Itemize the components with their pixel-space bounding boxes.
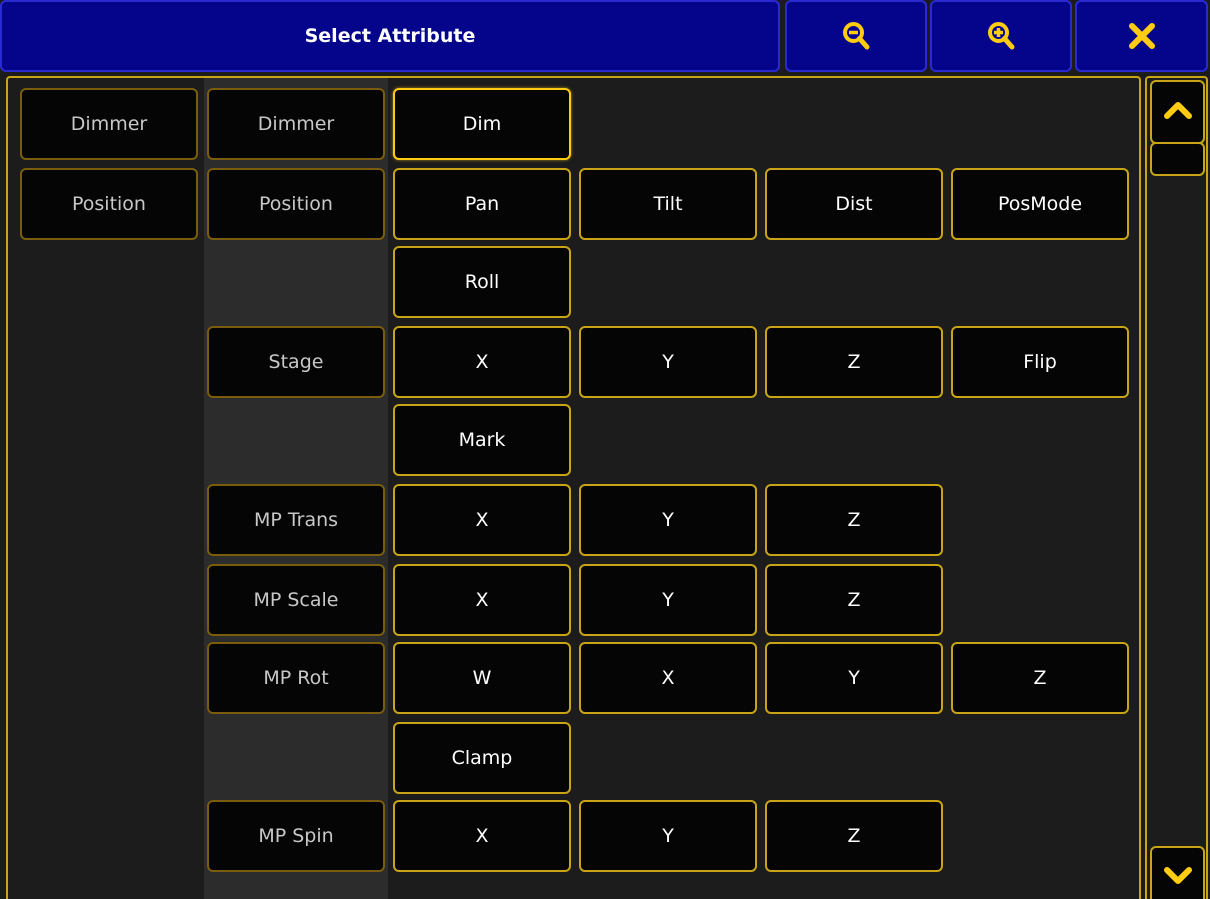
feature-button-mp-spin[interactable]: MP Spin: [207, 800, 385, 872]
scroll-thumb[interactable]: [1150, 142, 1205, 176]
feature-button-position[interactable]: Position: [207, 168, 385, 240]
feature-button-mp-scale[interactable]: MP Scale: [207, 564, 385, 636]
attribute-button-stage-x[interactable]: X: [393, 326, 571, 398]
attribute-button-pan[interactable]: Pan: [393, 168, 571, 240]
attribute-label: Z: [847, 825, 861, 847]
attribute-label: X: [475, 509, 489, 531]
attribute-button-mp-trans-y[interactable]: Y: [579, 484, 757, 556]
feature-label: MP Scale: [253, 589, 339, 611]
close-icon: [1127, 21, 1157, 51]
feature-button-mp-trans[interactable]: MP Trans: [207, 484, 385, 556]
feature-label: Dimmer: [257, 113, 335, 135]
attribute-button-mp-rot-y[interactable]: Y: [765, 642, 943, 714]
category-button-dimmer[interactable]: Dimmer: [20, 88, 198, 160]
attribute-button-mp-spin-y[interactable]: Y: [579, 800, 757, 872]
feature-button-dimmer[interactable]: Dimmer: [207, 88, 385, 160]
attribute-button-mp-rot-w[interactable]: W: [393, 642, 571, 714]
attribute-label: Z: [847, 509, 861, 531]
category-label: Position: [72, 193, 146, 215]
attribute-label: X: [661, 667, 675, 689]
attribute-button-mp-spin-x[interactable]: X: [393, 800, 571, 872]
attribute-label: Z: [847, 589, 861, 611]
attribute-button-mp-scale-z[interactable]: Z: [765, 564, 943, 636]
attribute-label: Roll: [464, 271, 500, 293]
feature-label: Position: [259, 193, 333, 215]
attribute-button-clamp[interactable]: Clamp: [393, 722, 571, 794]
zoom-out-button[interactable]: [785, 0, 927, 72]
zoom-in-button[interactable]: [930, 0, 1072, 72]
feature-label: MP Trans: [253, 509, 339, 531]
attribute-panel: Dimmer Position Dimmer Position Stage MP…: [6, 76, 1141, 899]
chevron-down-icon: [1163, 866, 1193, 890]
attribute-button-roll[interactable]: Roll: [393, 246, 571, 318]
window-title-bar: Select Attribute: [0, 0, 780, 72]
scroll-down-button[interactable]: [1150, 846, 1205, 899]
zoom-in-icon: [987, 21, 1015, 51]
attribute-button-dim[interactable]: Dim: [393, 88, 571, 160]
close-button[interactable]: [1075, 0, 1208, 72]
attribute-button-mp-spin-z[interactable]: Z: [765, 800, 943, 872]
attribute-button-mp-scale-y[interactable]: Y: [579, 564, 757, 636]
attribute-button-mp-rot-z[interactable]: Z: [951, 642, 1129, 714]
feature-label: MP Spin: [258, 825, 334, 847]
feature-button-mp-rot[interactable]: MP Rot: [207, 642, 385, 714]
attribute-label: Y: [848, 667, 860, 689]
attribute-label: Dim: [462, 113, 502, 135]
attribute-button-dist[interactable]: Dist: [765, 168, 943, 240]
attribute-label: W: [472, 667, 492, 689]
attribute-button-stage-y[interactable]: Y: [579, 326, 757, 398]
attribute-button-mp-trans-x[interactable]: X: [393, 484, 571, 556]
attribute-label: Y: [662, 825, 674, 847]
attribute-label: Y: [662, 589, 674, 611]
attribute-button-flip[interactable]: Flip: [951, 326, 1129, 398]
feature-label: Stage: [268, 351, 324, 373]
attribute-button-posmode[interactable]: PosMode: [951, 168, 1129, 240]
scroll-up-button[interactable]: [1150, 80, 1205, 144]
zoom-out-icon: [842, 21, 870, 51]
attribute-label: Mark: [458, 429, 506, 451]
attribute-button-stage-z[interactable]: Z: [765, 326, 943, 398]
attribute-label: X: [475, 825, 489, 847]
feature-label: MP Rot: [263, 667, 329, 689]
window-title: Select Attribute: [304, 25, 476, 47]
attribute-label: X: [475, 351, 489, 373]
attribute-button-mp-rot-x[interactable]: X: [579, 642, 757, 714]
attribute-label: Y: [662, 351, 674, 373]
chevron-up-icon: [1163, 100, 1193, 124]
attribute-button-mark[interactable]: Mark: [393, 404, 571, 476]
attribute-label: Flip: [1023, 351, 1057, 373]
attribute-label: Y: [662, 509, 674, 531]
feature-button-stage[interactable]: Stage: [207, 326, 385, 398]
attribute-label: Pan: [464, 193, 500, 215]
attribute-label: X: [475, 589, 489, 611]
attribute-label: Z: [1033, 667, 1047, 689]
attribute-button-mp-trans-z[interactable]: Z: [765, 484, 943, 556]
category-label: Dimmer: [70, 113, 148, 135]
attribute-label: Clamp: [451, 747, 513, 769]
scrollbar[interactable]: [1145, 76, 1208, 899]
attribute-label: Tilt: [653, 193, 683, 215]
attribute-label: PosMode: [997, 193, 1083, 215]
category-button-position[interactable]: Position: [20, 168, 198, 240]
attribute-button-mp-scale-x[interactable]: X: [393, 564, 571, 636]
attribute-button-tilt[interactable]: Tilt: [579, 168, 757, 240]
attribute-label: Dist: [835, 193, 873, 215]
attribute-label: Z: [847, 351, 861, 373]
